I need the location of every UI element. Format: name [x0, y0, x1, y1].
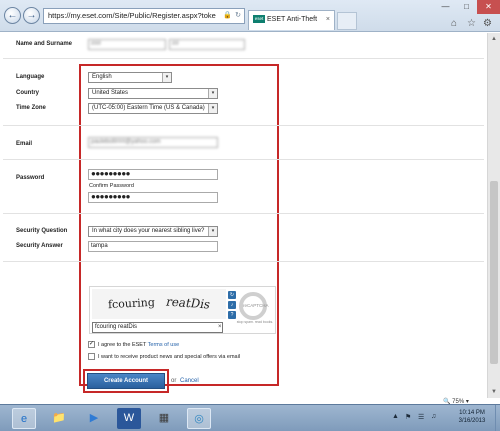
newsletter-label: I want to receive product news and speci…: [98, 354, 241, 360]
show-hidden-icons-icon[interactable]: ▲: [392, 413, 399, 420]
captcha-reload-icon[interactable]: ↻: [228, 291, 236, 299]
media-player-icon[interactable]: ▶: [82, 408, 106, 429]
country-value: United States: [92, 90, 129, 96]
tab-title: ESET Anti-Theft: [267, 16, 318, 23]
eset-favicon-icon: eset: [253, 15, 265, 24]
divider: [3, 213, 484, 214]
confirm-password-input[interactable]: ●●●●●●●●●: [88, 192, 218, 203]
scroll-up-icon[interactable]: ▲: [488, 33, 500, 45]
timezone-label: Time Zone: [16, 105, 46, 111]
captcha-word-2: reatDis: [164, 294, 212, 312]
word-icon[interactable]: W: [117, 408, 141, 429]
network-icon[interactable]: ☰: [418, 413, 424, 421]
clear-icon[interactable]: ×: [218, 323, 222, 332]
scroll-down-icon[interactable]: ▼: [488, 386, 500, 398]
forward-button[interactable]: →: [23, 7, 40, 24]
close-window-button[interactable]: ✕: [477, 0, 500, 14]
minimize-button[interactable]: —: [435, 0, 456, 14]
app-icon[interactable]: ▦: [152, 408, 176, 429]
divider: [3, 58, 484, 59]
confirm-password-label: Confirm Password: [89, 183, 134, 189]
tab-eset-anti-theft[interactable]: eset ESET Anti-Theft ×: [248, 10, 335, 30]
back-arrow-icon: ←: [7, 10, 18, 21]
new-tab-button[interactable]: [337, 12, 357, 30]
security-question-label: Security Question: [16, 228, 68, 234]
email-label: Email: [16, 141, 33, 147]
action-center-flag-icon[interactable]: ⚑: [405, 413, 411, 421]
clock[interactable]: 10:14 PM 3/16/2013: [452, 409, 492, 425]
language-value: English: [92, 74, 112, 80]
security-question-value: In what city does your nearest sibling l…: [92, 228, 205, 234]
tools-gear-icon[interactable]: ⚙: [483, 18, 492, 29]
first-name-input[interactable]: ###: [88, 39, 166, 50]
country-select[interactable]: United States ▾: [88, 88, 218, 99]
security-question-select[interactable]: In what city does your nearest sibling l…: [88, 226, 218, 237]
or-text: or: [171, 378, 177, 384]
password-input[interactable]: ●●●●●●●●●: [88, 169, 218, 180]
captcha-input[interactable]: fcouring reatDis ×: [92, 322, 223, 333]
home-icon[interactable]: ⌂: [451, 18, 457, 29]
recaptcha-logo: reCAPTCHA: [239, 292, 269, 320]
timezone-value: (UTC-05:00) Eastern Time (US & Canada): [92, 105, 205, 111]
tab-close-icon[interactable]: ×: [326, 11, 330, 29]
security-answer-label: Security Answer: [16, 243, 63, 249]
terms-prefix: I agree to the ESET: [98, 342, 148, 348]
address-bar[interactable]: https://my.eset.com/Site/Public/Register…: [43, 8, 245, 24]
terms-label: I agree to the ESET Terms of use: [98, 342, 179, 348]
captcha-input-value: fcouring reatDis: [95, 324, 138, 330]
taskbar: e 📁 ▶ W ▦ ◎ ▲ ⚑ ☰ ♫ 10:14 PM 3/16/2013: [0, 404, 500, 431]
scrollbar-thumb[interactable]: [490, 181, 498, 364]
file-explorer-icon[interactable]: 📁: [47, 408, 71, 429]
chevron-down-icon: ▾: [208, 227, 217, 236]
chevron-down-icon: ▾: [162, 73, 171, 82]
language-select[interactable]: English ▾: [88, 72, 172, 83]
newsletter-checkbox[interactable]: [88, 353, 95, 360]
registration-page: Name and Surname ### ## Language English…: [0, 33, 487, 398]
maximize-button[interactable]: □: [456, 0, 477, 14]
forward-arrow-icon: →: [26, 10, 37, 21]
volume-icon[interactable]: ♫: [431, 413, 436, 420]
email-input[interactable]: pauleboll###@yahoo.com: [88, 137, 218, 148]
cancel-link[interactable]: Cancel: [180, 378, 199, 384]
security-answer-input[interactable]: tampa: [88, 241, 218, 252]
last-name-input[interactable]: ##: [169, 39, 245, 50]
password-label: Password: [16, 175, 45, 181]
create-account-button[interactable]: Create Account: [87, 373, 165, 389]
chevron-down-icon: ▾: [208, 104, 217, 113]
divider: [3, 125, 484, 126]
captcha-widget: fcouring reatDis ↻ ♪ ? reCAPTCHA stop sp…: [89, 286, 276, 334]
language-label: Language: [16, 74, 45, 80]
divider: [3, 159, 484, 160]
clock-date: 3/16/2013: [458, 418, 486, 424]
refresh-icon[interactable]: ↻: [235, 9, 241, 23]
clock-time: 10:14 PM: [459, 410, 485, 416]
terms-checkbox[interactable]: ✓: [88, 341, 95, 348]
internet-explorer-icon[interactable]: e: [12, 408, 36, 429]
target-app-icon[interactable]: ◎: [187, 408, 211, 429]
back-button[interactable]: ←: [4, 7, 21, 24]
name-label: Name and Surname: [16, 41, 73, 47]
favorites-star-icon[interactable]: ☆: [467, 18, 476, 29]
country-label: Country: [16, 90, 39, 96]
captcha-help-icon[interactable]: ?: [228, 311, 236, 319]
captcha-word-1: fcouring: [107, 295, 156, 312]
browser-toolbar: ← → https://my.eset.com/Site/Public/Regi…: [0, 0, 500, 32]
chevron-down-icon: ▾: [208, 89, 217, 98]
url-text: https://my.eset.com/Site/Public/Register…: [48, 11, 216, 20]
recaptcha-tagline: stop spam. read books.: [236, 320, 274, 324]
divider: [3, 261, 484, 262]
vertical-scrollbar[interactable]: ▲ ▼: [487, 33, 500, 398]
captcha-audio-icon[interactable]: ♪: [228, 301, 236, 309]
terms-of-use-link[interactable]: Terms of use: [148, 342, 179, 348]
lock-icon[interactable]: 🔒: [223, 9, 232, 23]
captcha-image: fcouring reatDis: [92, 289, 226, 319]
captcha-controls: ↻ ♪ ?: [228, 291, 236, 321]
show-desktop-button[interactable]: [495, 405, 500, 431]
timezone-select[interactable]: (UTC-05:00) Eastern Time (US & Canada) ▾: [88, 103, 218, 114]
